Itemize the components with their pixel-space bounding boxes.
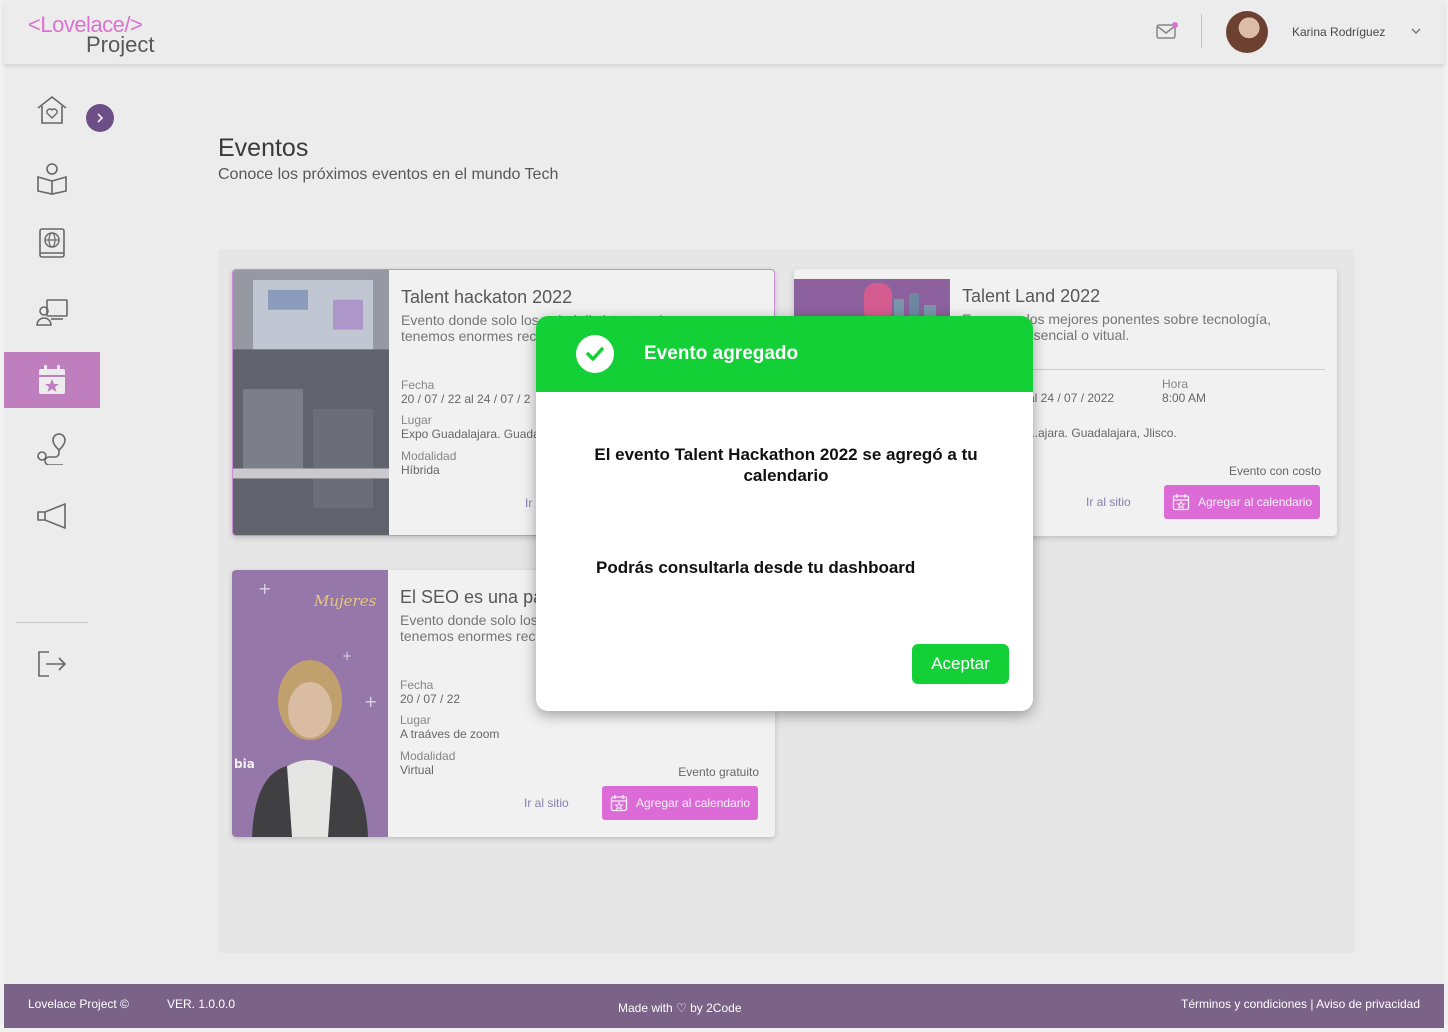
- dialog-title: Evento agregado: [644, 343, 799, 364]
- dialog-secondary-message: Podrás consultarla desde tu dashboard: [596, 558, 916, 577]
- check-circle-icon: [576, 335, 614, 373]
- footer-copyright: Lovelace Project ©: [28, 997, 129, 1011]
- footer: Lovelace Project © VER. 1.0.0.0 Made wit…: [4, 984, 1444, 1028]
- dialog-header: Evento agregado: [536, 316, 1033, 392]
- accept-button[interactable]: Aceptar: [912, 644, 1009, 684]
- event-added-dialog: Evento agregado El evento Talent Hackath…: [536, 316, 1033, 711]
- dialog-message: El evento Talent Hackathon 2022 se agreg…: [594, 445, 978, 485]
- footer-version: VER. 1.0.0.0: [167, 997, 236, 1011]
- footer-links[interactable]: Términos y condiciones | Aviso de privac…: [1181, 997, 1420, 1011]
- footer-made-with: Made with ♡ by 2Code: [618, 1001, 742, 1015]
